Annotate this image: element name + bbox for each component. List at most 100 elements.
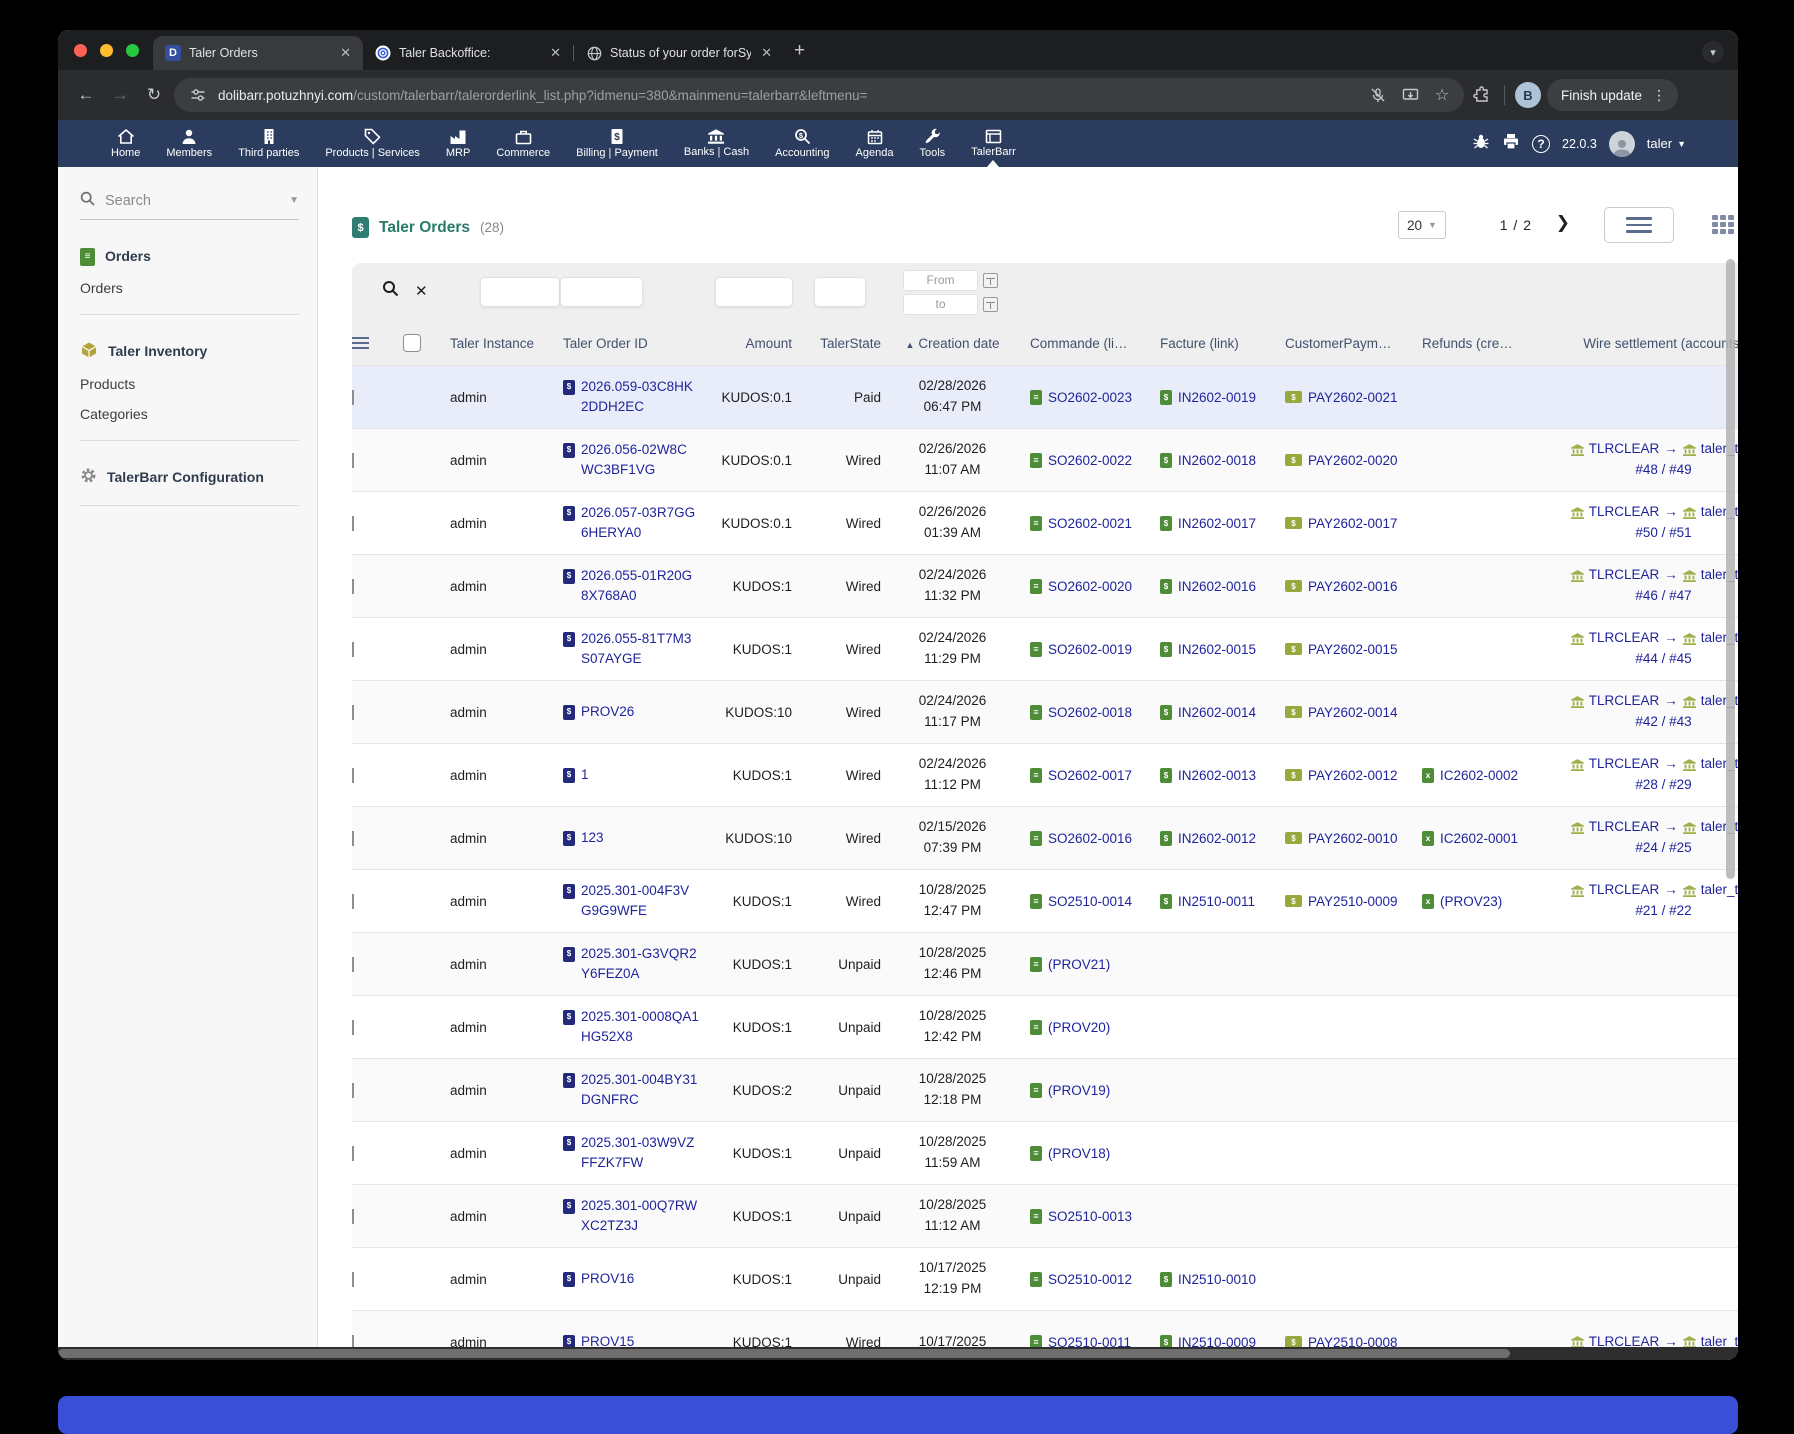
horizontal-scrollbar-thumb[interactable] — [58, 1349, 1510, 1358]
grid-view-icon[interactable] — [1712, 215, 1738, 237]
wire-refs-link[interactable]: #48 / #49 — [1635, 462, 1691, 477]
row-checkbox[interactable] — [352, 957, 354, 972]
row-checkbox[interactable] — [352, 1209, 354, 1224]
col-header-talerstate[interactable]: TalerState — [800, 336, 885, 351]
menu-item-mrp[interactable]: MRP — [433, 120, 483, 167]
refund-link[interactable]: (PROV23) — [1440, 894, 1502, 909]
col-header-taler-order-id[interactable]: Taler Order ID — [555, 336, 710, 351]
row-checkbox[interactable] — [352, 768, 354, 783]
filter-taler-instance-input[interactable] — [480, 277, 560, 307]
payment-link[interactable]: PAY2602-0015 — [1308, 642, 1398, 657]
user-menu[interactable]: taler▼ — [1647, 136, 1686, 151]
reload-button[interactable]: ↻ — [140, 81, 168, 109]
commande-link[interactable]: SO2602-0017 — [1048, 768, 1132, 783]
list-view-button[interactable] — [1604, 207, 1674, 243]
wire-refs-link[interactable]: #46 / #47 — [1635, 588, 1691, 603]
menu-item-accounting[interactable]: $ Accounting — [762, 120, 842, 167]
col-header-creation-date[interactable]: ▲Creation date — [885, 336, 1020, 351]
new-tab-button[interactable]: + — [794, 40, 805, 62]
payment-link[interactable]: PAY2602-0017 — [1308, 516, 1398, 531]
menu-item-home[interactable]: Home — [98, 120, 153, 167]
menu-item-tools[interactable]: Tools — [906, 120, 958, 167]
row-checkbox[interactable] — [352, 1335, 354, 1348]
menu-item-third-parties[interactable]: Third parties — [225, 120, 312, 167]
menu-item-agenda[interactable]: Agenda — [843, 120, 907, 167]
wire-refs-link[interactable]: #24 / #25 — [1635, 840, 1691, 855]
row-checkbox[interactable] — [352, 1272, 354, 1287]
back-button[interactable]: ← — [72, 81, 100, 109]
row-checkbox[interactable] — [352, 642, 354, 657]
wire-source-link[interactable]: TLRCLEAR — [1589, 439, 1660, 460]
row-checkbox[interactable] — [352, 831, 354, 846]
payment-link[interactable]: PAY2602-0016 — [1308, 579, 1398, 594]
refund-link[interactable]: IC2602-0002 — [1440, 768, 1518, 783]
taler-order-id-link[interactable]: 2025.301-G3VQR2Y6FEZ0A — [581, 944, 699, 985]
sidebar-item-categories[interactable]: Categories — [80, 406, 299, 422]
facture-link[interactable]: IN2602-0016 — [1178, 579, 1256, 594]
taler-order-id-link[interactable]: 2025.301-03W9VZFFZK7FW — [581, 1133, 699, 1174]
wire-source-link[interactable]: TLRCLEAR — [1589, 691, 1660, 712]
commande-link[interactable]: SO2510-0013 — [1048, 1209, 1132, 1224]
install-app-icon[interactable] — [1398, 83, 1422, 107]
taler-order-id-link[interactable]: 2025.301-0008QA1HG52X8 — [581, 1007, 699, 1048]
facture-link[interactable]: IN2602-0019 — [1178, 390, 1256, 405]
search-dropdown-caret-icon[interactable]: ▼ — [289, 195, 299, 206]
row-checkbox[interactable] — [352, 453, 354, 468]
calendar-icon[interactable] — [983, 273, 998, 288]
close-window-button[interactable] — [74, 44, 87, 57]
page-size-select[interactable]: 20▼ — [1398, 211, 1446, 239]
tab-order-status[interactable]: Status of your order forSync ✕ — [574, 36, 784, 70]
col-header-customerpayment[interactable]: CustomerPaym… — [1275, 336, 1410, 351]
wire-source-link[interactable]: TLRCLEAR — [1589, 628, 1660, 649]
taler-order-id-link[interactable]: 2026.059-03C8HK2DDH2EC — [581, 377, 699, 418]
close-tab-icon[interactable]: ✕ — [759, 45, 774, 61]
menu-item-commerce[interactable]: Commerce — [483, 120, 563, 167]
zoom-window-button[interactable] — [126, 44, 139, 57]
help-icon[interactable]: ? — [1532, 135, 1550, 153]
sidebar-search[interactable]: Search ▼ — [80, 191, 299, 220]
table-row[interactable]: admin $2025.301-00Q7RWXC2TZ3J KUDOS:1 Un… — [352, 1184, 1738, 1247]
commande-link[interactable]: SO2602-0018 — [1048, 705, 1132, 720]
table-row[interactable]: admin $1 KUDOS:1 Wired 02/24/202611:12 P… — [352, 743, 1738, 806]
vertical-scrollbar-thumb[interactable] — [1726, 259, 1735, 879]
user-avatar[interactable] — [1609, 131, 1635, 157]
payment-link[interactable]: PAY2602-0010 — [1308, 831, 1398, 846]
taler-order-id-link[interactable]: 1 — [581, 765, 589, 785]
filter-date-to-input[interactable]: to — [903, 294, 978, 315]
taler-order-id-link[interactable]: 123 — [581, 828, 604, 848]
row-checkbox[interactable] — [352, 1146, 354, 1161]
horizontal-scrollbar[interactable] — [58, 1347, 1738, 1360]
col-header-amount[interactable]: Amount — [710, 336, 800, 351]
minimize-window-button[interactable] — [100, 44, 113, 57]
wire-refs-link[interactable]: #42 / #43 — [1635, 714, 1691, 729]
table-row[interactable]: admin $123 KUDOS:10 Wired 02/15/202607:3… — [352, 806, 1738, 869]
menu-item-members[interactable]: Members — [153, 120, 225, 167]
wire-refs-link[interactable]: #28 / #29 — [1635, 777, 1691, 792]
section-title[interactable]: TalerBarr Configuration — [80, 467, 299, 487]
commande-link[interactable]: (PROV20) — [1048, 1020, 1110, 1035]
facture-link[interactable]: IN2510-0009 — [1178, 1335, 1256, 1348]
row-checkbox[interactable] — [352, 894, 354, 909]
site-settings-icon[interactable] — [186, 83, 210, 107]
row-checkbox[interactable] — [352, 516, 354, 531]
sidebar-item-orders[interactable]: Orders — [80, 280, 299, 296]
commande-link[interactable]: SO2510-0012 — [1048, 1272, 1132, 1287]
table-row[interactable]: admin $PROV15 KUDOS:1 Wired 10/17/2025 ≡… — [352, 1310, 1738, 1347]
payment-link[interactable]: PAY2510-0009 — [1308, 894, 1398, 909]
table-row[interactable]: admin $2026.055-01R20G8X768A0 KUDOS:1 Wi… — [352, 554, 1738, 617]
finish-update-button[interactable]: Finish update ⋮ — [1547, 79, 1678, 111]
table-row[interactable]: admin $2026.059-03C8HK2DDH2EC KUDOS:0.1 … — [352, 365, 1738, 428]
taler-order-id-link[interactable]: PROV16 — [581, 1269, 634, 1289]
table-row[interactable]: admin $2025.301-004F3VG9G9WFE KUDOS:1 Wi… — [352, 869, 1738, 932]
wire-source-link[interactable]: TLRCLEAR — [1589, 880, 1660, 901]
commande-link[interactable]: (PROV19) — [1048, 1083, 1110, 1098]
payment-link[interactable]: PAY2602-0014 — [1308, 705, 1398, 720]
table-row[interactable]: admin $2026.055-81T7M3S07AYGE KUDOS:1 Wi… — [352, 617, 1738, 680]
facture-link[interactable]: IN2602-0015 — [1178, 642, 1256, 657]
payment-link[interactable]: PAY2602-0012 — [1308, 768, 1398, 783]
col-header-commande[interactable]: Commande (li… — [1020, 336, 1150, 351]
facture-link[interactable]: IN2510-0011 — [1178, 894, 1255, 909]
col-header-refunds[interactable]: Refunds (cre… — [1410, 336, 1535, 351]
menu-item-talerbarr[interactable]: TalerBarr — [958, 120, 1029, 167]
table-row[interactable]: admin $2026.057-03R7GG6HERYA0 KUDOS:0.1 … — [352, 491, 1738, 554]
